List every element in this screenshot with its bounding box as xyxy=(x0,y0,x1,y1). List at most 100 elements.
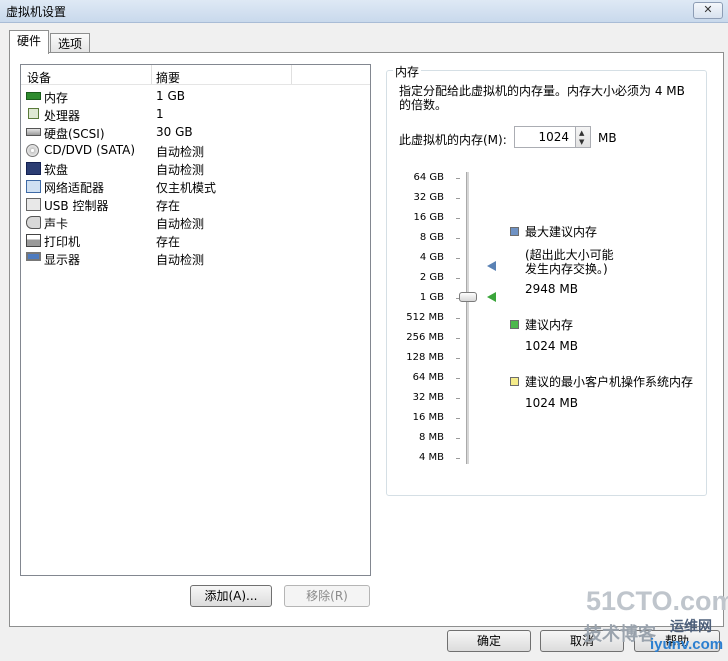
memory-scale-label: 8 MB xyxy=(418,432,444,443)
memory-scale-label: 32 MB xyxy=(412,392,444,403)
add-device-button[interactable]: 添加(A)... xyxy=(190,585,272,607)
network-adapter-icon xyxy=(26,180,41,193)
watermark: 51CTO.com 技术博客 运维网 iyunv.com xyxy=(584,586,728,658)
device-name: 网络适配器 xyxy=(44,181,105,195)
memory-scale-tick xyxy=(456,238,460,239)
memory-field-label: 此虚拟机的内存(M): xyxy=(399,133,507,147)
device-summary: 存在 xyxy=(156,199,181,213)
memory-size-input[interactable]: 1024 xyxy=(514,126,576,148)
tab-options[interactable]: 选项 xyxy=(50,33,90,53)
window-title: 虚拟机设置 xyxy=(6,5,67,19)
memory-scale-label: 2 GB xyxy=(419,272,444,283)
device-row[interactable]: 打印机 存在 xyxy=(22,232,369,250)
legend-max-title: 最大建议内存 xyxy=(525,225,598,239)
device-summary: 自动检测 xyxy=(156,253,205,267)
device-name: 内存 xyxy=(44,91,69,105)
memory-scale-tick xyxy=(456,458,460,459)
device-row[interactable]: 显示器 自动检测 xyxy=(22,250,369,268)
memory-scale-label: 256 MB xyxy=(406,332,444,343)
memory-scale-tick xyxy=(456,398,460,399)
device-row[interactable]: 硬盘(SCSI) 30 GB xyxy=(22,124,369,142)
memory-scale-tick xyxy=(456,178,460,179)
column-header-device[interactable]: 设备 xyxy=(27,69,51,86)
legend-max-value: 2948 MB xyxy=(525,282,578,296)
memory-slider-thumb[interactable] xyxy=(459,292,477,302)
device-summary: 1 GB xyxy=(156,89,185,103)
printer-icon xyxy=(26,234,41,247)
device-list-header xyxy=(21,65,370,85)
watermark-line1: 51CTO.com xyxy=(586,586,728,616)
memory-scale-label: 64 GB xyxy=(413,172,444,183)
hard-disk-icon xyxy=(26,128,41,136)
memory-scale-label: 16 MB xyxy=(412,412,444,423)
display-icon xyxy=(26,252,41,261)
device-name: 显示器 xyxy=(44,253,81,267)
memory-scale-label: 4 GB xyxy=(419,252,444,263)
device-summary: 30 GB xyxy=(156,125,193,139)
title-bar xyxy=(0,0,728,23)
memory-scale-label: 4 MB xyxy=(418,452,444,463)
legend-max-note-1: (超出此大小可能 xyxy=(525,248,614,262)
device-summary: 自动检测 xyxy=(156,217,205,231)
memory-scale-tick xyxy=(456,438,460,439)
device-row[interactable]: 处理器 1 xyxy=(22,106,369,124)
memory-scale-tick xyxy=(456,198,460,199)
max-recommended-color-icon xyxy=(510,227,519,236)
processor-icon xyxy=(28,108,39,119)
spin-down-icon[interactable]: ▼ xyxy=(579,138,584,146)
column-separator[interactable] xyxy=(291,65,292,84)
memory-scale-label: 128 MB xyxy=(406,352,444,363)
memory-scale-tick xyxy=(456,378,460,379)
device-name: 硬盘(SCSI) xyxy=(44,127,105,141)
device-name: CD/DVD (SATA) xyxy=(44,143,136,157)
device-summary: 仅主机模式 xyxy=(156,181,217,195)
usb-icon xyxy=(26,198,41,211)
memory-group-title: 内存 xyxy=(393,63,422,80)
device-row[interactable]: 软盘 自动检测 xyxy=(22,160,369,178)
close-button[interactable]: ✕ xyxy=(693,2,723,19)
memory-scale-tick xyxy=(456,418,460,419)
spin-up-icon[interactable]: ▲ xyxy=(579,129,584,137)
memory-scale-label: 8 GB xyxy=(419,232,444,243)
device-row[interactable]: 内存 1 GB xyxy=(22,88,369,106)
device-name: 软盘 xyxy=(44,163,69,177)
ok-button[interactable]: 确定 xyxy=(447,630,531,652)
memory-icon xyxy=(26,92,41,100)
device-summary: 存在 xyxy=(156,235,181,249)
memory-spin-control[interactable]: ▲ ▼ xyxy=(575,126,591,148)
min-guest-color-icon xyxy=(510,377,519,386)
device-summary: 自动检测 xyxy=(156,163,205,177)
device-row[interactable]: CD/DVD (SATA) 自动检测 xyxy=(22,142,369,160)
watermark-line4: iyunv.com xyxy=(650,636,724,653)
max-recommended-marker-icon xyxy=(487,261,496,271)
device-name: 打印机 xyxy=(44,235,81,249)
floppy-icon xyxy=(26,162,41,175)
recommended-color-icon xyxy=(510,320,519,329)
memory-description: 指定分配给此虚拟机的内存量。内存大小必须为 4 MB 的倍数。 xyxy=(399,84,685,112)
memory-slider-track[interactable] xyxy=(466,172,469,464)
device-name: USB 控制器 xyxy=(44,199,109,213)
legend-min-guest-title: 建议的最小客户机操作系统内存 xyxy=(525,375,694,389)
memory-unit-label: MB xyxy=(598,131,617,145)
remove-device-button[interactable]: 移除(R) xyxy=(284,585,370,607)
device-summary: 自动检测 xyxy=(156,145,205,159)
memory-scale-tick xyxy=(456,358,460,359)
device-row[interactable]: USB 控制器 存在 xyxy=(22,196,369,214)
device-row[interactable]: 网络适配器 仅主机模式 xyxy=(22,178,369,196)
column-separator[interactable] xyxy=(151,65,152,84)
watermark-line3: 运维网 xyxy=(670,619,712,635)
tab-hardware[interactable]: 硬件 xyxy=(9,30,49,54)
legend-recommended-title: 建议内存 xyxy=(525,318,574,332)
sound-card-icon xyxy=(26,216,41,229)
legend-recommended-value: 1024 MB xyxy=(525,339,578,353)
memory-scale-label: 32 GB xyxy=(413,192,444,203)
legend-max-note-2: 发生内存交换。) xyxy=(525,262,608,276)
close-icon: ✕ xyxy=(703,3,713,16)
memory-scale-label: 1 GB xyxy=(419,292,444,303)
device-summary: 1 xyxy=(156,107,164,121)
recommended-marker-icon xyxy=(487,292,496,302)
column-header-summary[interactable]: 摘要 xyxy=(156,69,180,86)
device-row[interactable]: 声卡 自动检测 xyxy=(22,214,369,232)
memory-scale-label: 512 MB xyxy=(406,312,444,323)
device-name: 声卡 xyxy=(44,217,69,231)
